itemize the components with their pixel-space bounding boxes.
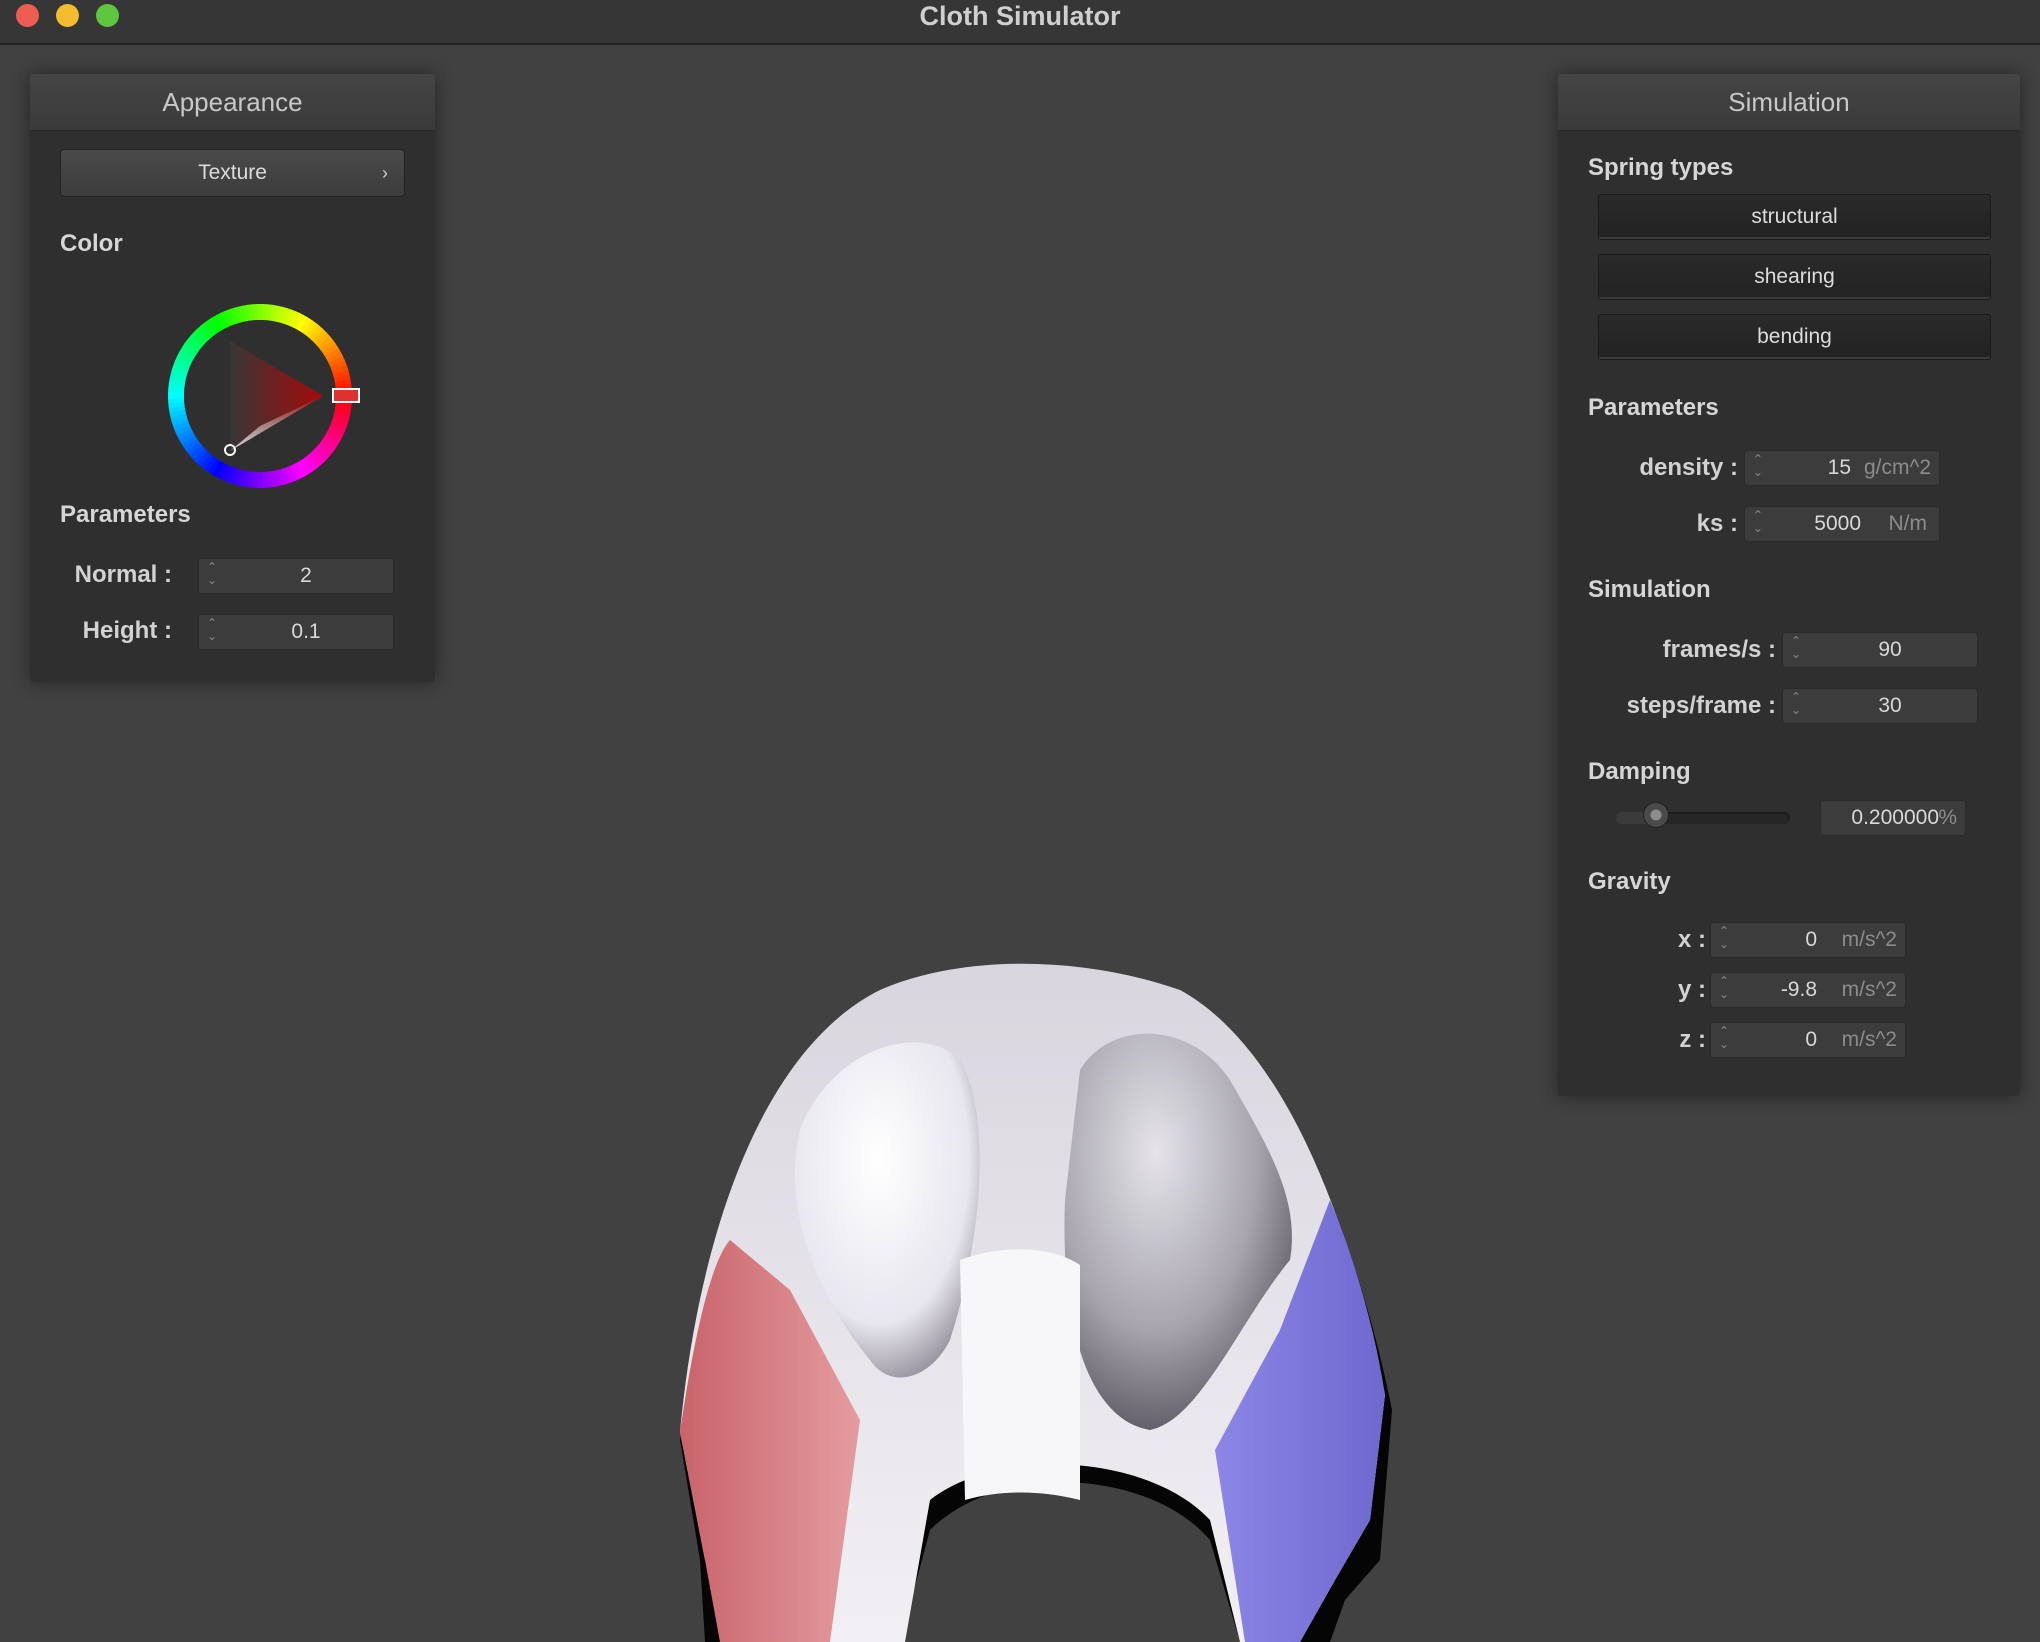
title-bar: Cloth Simulator	[0, 0, 2040, 45]
gravity-y-label: y :	[1677, 976, 1706, 1003]
damping-label: Damping	[1588, 758, 1691, 785]
height-input[interactable]: ⌃ ⌄ 0.1	[198, 614, 394, 650]
damping-slider-handle[interactable]	[1642, 802, 1669, 828]
ks-input[interactable]: ⌃ ⌄ 5000 N/m	[1744, 506, 1940, 542]
stepper-icon[interactable]: ⌃ ⌄	[1789, 635, 1803, 665]
stepper-icon[interactable]: ⌃ ⌄	[205, 617, 219, 647]
damping-input[interactable]: 0.200000 %	[1820, 800, 1966, 836]
stepper-icon[interactable]: ⌃ ⌄	[1717, 975, 1731, 1005]
gravity-label: Gravity	[1588, 868, 1671, 895]
stepper-icon[interactable]: ⌃ ⌄	[1751, 453, 1765, 483]
cloth-mesh	[680, 963, 1392, 1642]
simulation-panel-title: Simulation	[1558, 74, 2020, 131]
hue-selector[interactable]	[332, 388, 360, 403]
appearance-panel: Appearance Texture › Color Parameters No…	[30, 74, 435, 682]
simulation-panel: Simulation Spring types structural shear…	[1558, 74, 2020, 1096]
bending-toggle[interactable]: bending	[1598, 314, 1991, 360]
appearance-panel-title: Appearance	[30, 74, 435, 131]
shearing-toggle[interactable]: shearing	[1598, 254, 1991, 300]
frames-per-second-label: frames/s :	[1662, 636, 1776, 663]
chevron-right-icon: ›	[382, 163, 388, 183]
color-wheel[interactable]	[140, 276, 380, 516]
normal-input[interactable]: ⌃ ⌄ 2	[198, 558, 394, 594]
density-input[interactable]: ⌃ ⌄ 15 g/cm^2	[1744, 450, 1940, 486]
frames-per-second-input[interactable]: ⌃ ⌄ 90	[1782, 632, 1978, 668]
gravity-y-input[interactable]: ⌃ ⌄ -9.8 m/s^2	[1710, 972, 1906, 1008]
normal-label: Normal :	[74, 561, 172, 588]
simulation-section-label: Simulation	[1588, 576, 1711, 603]
simulation-parameters-label: Parameters	[1588, 394, 1719, 421]
ks-label: ks :	[1696, 510, 1738, 537]
texture-button[interactable]: Texture ›	[60, 149, 405, 197]
stepper-icon[interactable]: ⌃ ⌄	[1751, 509, 1765, 539]
steps-per-frame-label: steps/frame :	[1626, 692, 1776, 719]
gravity-z-input[interactable]: ⌃ ⌄ 0 m/s^2	[1710, 1022, 1906, 1058]
steps-per-frame-input[interactable]: ⌃ ⌄ 30	[1782, 688, 1978, 724]
texture-button-label: Texture	[198, 161, 267, 184]
structural-toggle[interactable]: structural	[1598, 194, 1991, 240]
gravity-x-input[interactable]: ⌃ ⌄ 0 m/s^2	[1710, 922, 1906, 958]
stepper-icon[interactable]: ⌃ ⌄	[1717, 1025, 1731, 1055]
color-section-label: Color	[60, 230, 123, 257]
stepper-icon[interactable]: ⌃ ⌄	[1789, 691, 1803, 721]
stepper-icon[interactable]: ⌃ ⌄	[205, 561, 219, 591]
height-label: Height :	[82, 617, 172, 644]
gravity-x-label: x :	[1677, 926, 1706, 953]
gravity-z-label: z :	[1679, 1026, 1706, 1053]
window-title: Cloth Simulator	[919, 1, 1121, 31]
spring-types-label: Spring types	[1588, 154, 1734, 181]
density-label: density :	[1639, 454, 1738, 481]
appearance-parameters-label: Parameters	[60, 501, 191, 528]
stepper-icon[interactable]: ⌃ ⌄	[1717, 925, 1731, 955]
